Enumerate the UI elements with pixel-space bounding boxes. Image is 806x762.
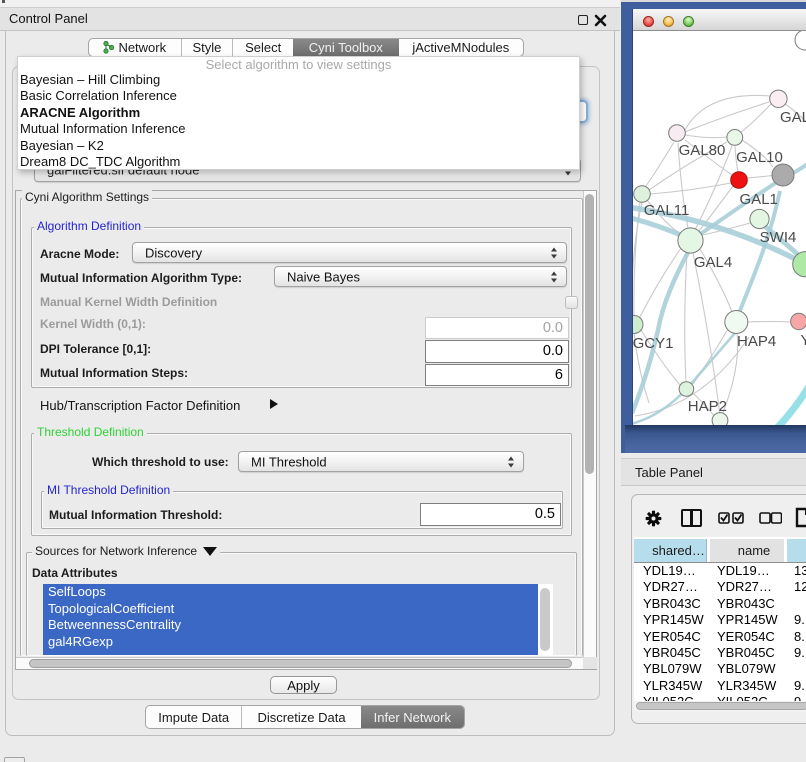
svg-text:GAL11: GAL11: [644, 202, 690, 219]
svg-text:GAL2: GAL2: [780, 109, 806, 126]
svg-text:GAL4: GAL4: [694, 254, 732, 271]
svg-text:Y: Y: [801, 332, 806, 349]
svg-text:GAL1: GAL1: [740, 191, 778, 208]
svg-text:SWI4: SWI4: [760, 229, 797, 246]
svg-text:GAL10: GAL10: [736, 149, 783, 166]
svg-text:GAL80: GAL80: [679, 142, 726, 159]
svg-text:GCY1: GCY1: [633, 335, 673, 352]
svg-text:HAP2: HAP2: [688, 398, 727, 415]
svg-text:HAP4: HAP4: [737, 333, 776, 350]
